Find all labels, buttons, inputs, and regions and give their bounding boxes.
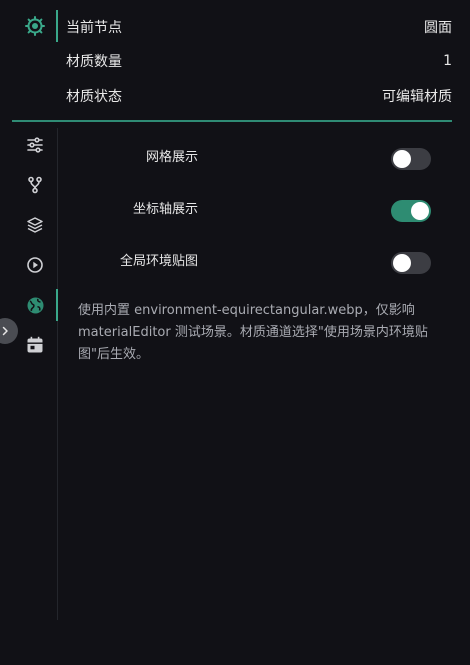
toggle-knob — [393, 150, 411, 168]
node-info-panel: 当前节点 圆面 材质数量 1 材质状态 可编辑材质 — [0, 0, 470, 120]
info-row-material-status: 材质状态 可编辑材质 — [66, 78, 452, 114]
current-node-label: 当前节点 — [66, 20, 122, 36]
material-node-icon[interactable] — [24, 15, 46, 37]
setting-row-env-map: 全局环境贴图 — [58, 246, 470, 278]
info-row-material-count: 材质数量 1 — [66, 43, 452, 79]
current-node-value: 圆面 — [424, 20, 452, 36]
axes-display-label: 坐标轴展示 — [132, 202, 198, 217]
material-status-value: 可编辑材质 — [382, 89, 452, 105]
grid-display-toggle[interactable] — [391, 148, 431, 170]
setting-row-grid: 网格展示 — [58, 142, 470, 174]
layers-icon[interactable] — [24, 214, 46, 236]
setting-row-axes: 坐标轴展示 — [58, 194, 470, 226]
active-item-indicator — [56, 289, 58, 321]
info-row-current-node: 当前节点 圆面 — [66, 9, 452, 45]
material-count-label: 材质数量 — [66, 54, 122, 70]
play-circle-icon[interactable] — [24, 254, 46, 276]
chevron-right-icon — [0, 325, 11, 337]
toggle-knob — [411, 202, 429, 220]
branch-icon[interactable] — [24, 174, 46, 196]
toggle-knob — [393, 254, 411, 272]
material-status-label: 材质状态 — [66, 89, 122, 105]
grid-display-label: 网格展示 — [145, 150, 198, 165]
section-divider — [12, 120, 452, 122]
sliders-icon[interactable] — [24, 134, 46, 156]
global-env-map-label: 全局环境贴图 — [119, 254, 198, 269]
globe-icon[interactable] — [24, 294, 46, 316]
env-map-description: 使用内置 environment-equirectangular.webp，仅影… — [78, 303, 428, 362]
axes-display-toggle[interactable] — [391, 200, 431, 222]
material-count-value: 1 — [443, 53, 452, 69]
calendar-icon[interactable] — [24, 334, 46, 356]
global-env-map-toggle[interactable] — [391, 252, 431, 274]
collapse-sidebar-button[interactable] — [0, 318, 18, 344]
top-active-indicator — [56, 10, 58, 42]
